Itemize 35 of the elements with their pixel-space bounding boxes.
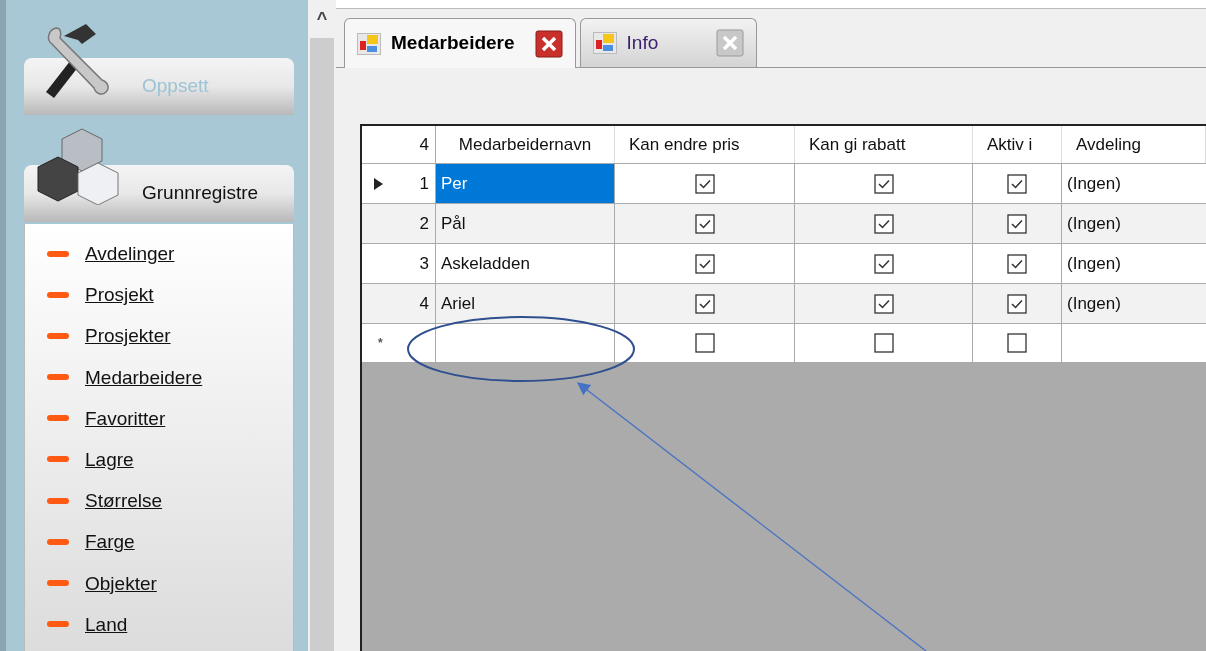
- table-cell[interactable]: Askeladden: [436, 244, 615, 283]
- column-header[interactable]: Medarbeidernavn: [436, 126, 615, 163]
- sidebar-link[interactable]: Avdelinger: [85, 242, 175, 265]
- table-cell[interactable]: (Ingen): [1062, 284, 1206, 323]
- tab[interactable]: Info: [579, 18, 757, 67]
- column-header[interactable]: Kan gi rabatt: [795, 126, 973, 163]
- table-cell[interactable]: (Ingen): [1062, 204, 1206, 243]
- table-cell[interactable]: Pål: [436, 204, 615, 243]
- row-count-header: 4: [362, 126, 436, 163]
- sidebar-link[interactable]: Land: [85, 612, 128, 636]
- row-header[interactable]: 2: [362, 204, 436, 243]
- table-cell[interactable]: Ariel: [436, 284, 615, 323]
- row-header[interactable]: 4: [362, 284, 436, 323]
- row-header[interactable]: 3: [362, 244, 436, 283]
- sidebar-link[interactable]: Lagre: [85, 447, 134, 471]
- row-number: 3: [419, 252, 429, 275]
- scroll-up-button[interactable]: ^: [308, 0, 336, 38]
- sidebar-link[interactable]: Størrelse: [85, 489, 163, 513]
- table-cell[interactable]: Per: [436, 164, 615, 203]
- sidebar-link[interactable]: Medarbeidere: [85, 365, 203, 389]
- row-number: 2: [419, 212, 429, 235]
- column-header[interactable]: Aktiv i: [973, 126, 1062, 163]
- sidebar-link[interactable]: Prosjekter: [85, 324, 171, 348]
- sidebar-link[interactable]: Farge: [85, 530, 135, 554]
- table-cell[interactable]: (Ingen): [1062, 164, 1206, 203]
- sidebar-link[interactable]: Objekter: [85, 571, 157, 595]
- tab[interactable]: Medarbeidere: [344, 18, 576, 68]
- row-number: 1: [419, 172, 429, 195]
- new-row-marker: *: [378, 335, 383, 352]
- row-number: 4: [419, 292, 429, 315]
- column-header[interactable]: Avdeling: [1062, 126, 1206, 163]
- sidebar-link[interactable]: Favoritter: [85, 406, 166, 430]
- sidebar-link[interactable]: Prosjekt: [85, 283, 154, 307]
- table-cell[interactable]: (Ingen): [1062, 244, 1206, 283]
- column-header[interactable]: Kan endre pris: [615, 126, 795, 163]
